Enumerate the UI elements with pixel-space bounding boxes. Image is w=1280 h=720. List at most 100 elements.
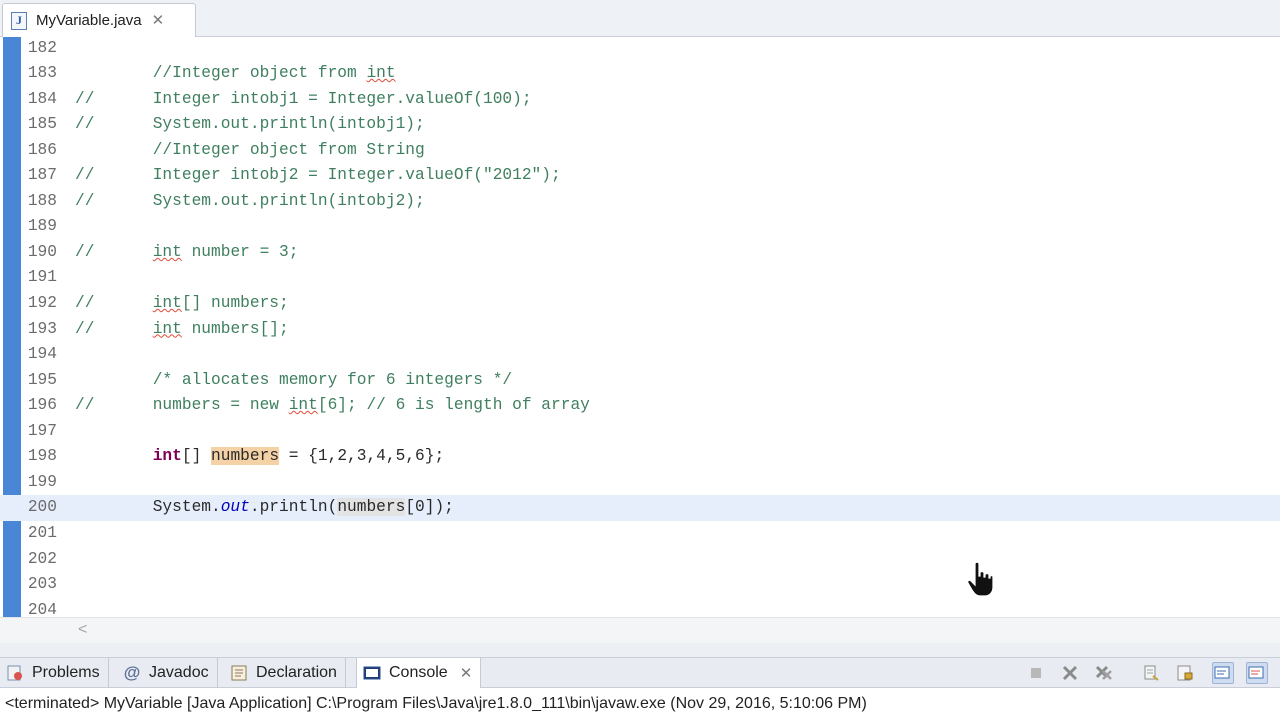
code-editor[interactable]: 182 183 //Integer object from int 184 // In… xyxy=(0,37,1280,617)
show-console-on-output-icon[interactable] xyxy=(1212,662,1234,684)
editor-tab-myvariable[interactable]: J MyVariable.java ✕ xyxy=(2,3,196,37)
close-icon[interactable]: ✕ xyxy=(460,666,473,681)
code-line[interactable]: 188 // System.out.println(intobj2); xyxy=(0,189,1280,215)
line-number: 192 xyxy=(27,294,57,312)
line-code: // int number = 3; xyxy=(75,240,298,266)
line-number: 186 xyxy=(27,140,57,159)
console-icon xyxy=(363,666,381,680)
tab-label: Problems xyxy=(32,664,100,681)
tab-declaration[interactable]: Declaration xyxy=(224,658,346,688)
line-number: 202 xyxy=(27,549,57,568)
code-line[interactable]: 191 xyxy=(0,265,1280,291)
code-line[interactable]: 189 xyxy=(0,214,1280,240)
remove-launch-icon[interactable] xyxy=(1059,662,1081,684)
code-token: int xyxy=(152,447,182,466)
line-number: 191 xyxy=(27,268,57,287)
code-token: //Integer object from String xyxy=(75,140,425,159)
code-line[interactable]: 204 xyxy=(0,598,1280,617)
code-line[interactable]: 203 xyxy=(0,572,1280,598)
line-number: 195 xyxy=(27,370,57,389)
scroll-left-icon[interactable]: < xyxy=(78,621,87,639)
javadoc-icon: @ xyxy=(123,663,141,682)
code-token: // Integer intobj1 = Integer.valueOf(100… xyxy=(75,89,532,108)
code-line[interactable]: 198 int[] numbers = {1,2,3,4,5,6}; xyxy=(0,444,1280,470)
line-number: 189 xyxy=(27,217,57,236)
line-code: int[] numbers = {1,2,3,4,5,6}; xyxy=(75,444,444,470)
horizontal-scrollbar[interactable]: < xyxy=(0,617,1280,643)
code-line[interactable]: 200 System.out.println(numbers[0]); xyxy=(0,495,1280,521)
tab-javadoc[interactable]: @ Javadoc xyxy=(117,658,218,688)
terminate-icon[interactable] xyxy=(1025,662,1047,684)
code-token: int xyxy=(152,294,182,312)
tab-label: Declaration xyxy=(256,664,337,681)
code-line[interactable]: 183 //Integer object from int xyxy=(0,61,1280,87)
close-icon[interactable]: ✕ xyxy=(152,13,165,28)
code-token: // xyxy=(75,294,153,312)
line-number: 198 xyxy=(27,447,57,466)
code-token: number = 3; xyxy=(181,242,299,261)
line-number: 185 xyxy=(27,115,57,134)
line-code: // int[] numbers; xyxy=(75,291,289,317)
code-token: int xyxy=(366,64,396,83)
code-line[interactable]: 201 xyxy=(0,521,1280,547)
problems-icon xyxy=(7,665,22,681)
code-line[interactable]: 199 xyxy=(0,470,1280,496)
remove-all-terminated-icon[interactable] xyxy=(1093,662,1115,684)
code-token: System. xyxy=(75,498,221,517)
hand-cursor-icon xyxy=(967,561,994,597)
code-token: .println( xyxy=(249,498,338,517)
code-line[interactable]: 185 // System.out.println(intobj1); xyxy=(0,112,1280,138)
line-number: 204 xyxy=(27,600,57,617)
show-console-on-error-icon[interactable] xyxy=(1246,662,1268,684)
code-line[interactable]: 190 // int number = 3; xyxy=(0,240,1280,266)
line-code: //Integer object from String xyxy=(75,138,425,164)
code-token: int xyxy=(152,242,182,261)
line-number: 188 xyxy=(27,191,57,210)
code-line[interactable]: 193 // int numbers[]; xyxy=(0,317,1280,343)
tab-problems[interactable]: Problems xyxy=(0,658,109,688)
code-token: numbers xyxy=(337,498,406,517)
code-line[interactable]: 197 xyxy=(0,419,1280,445)
clear-console-icon[interactable] xyxy=(1140,662,1162,684)
tab-console[interactable]: Console ✕ xyxy=(356,658,482,688)
line-number: 203 xyxy=(27,575,57,594)
line-code: // numbers = new int[6]; // 6 is length … xyxy=(75,393,590,419)
line-number: 197 xyxy=(27,421,57,440)
line-code: // Integer intobj2 = Integer.valueOf("20… xyxy=(75,163,561,189)
code-line[interactable]: 202 xyxy=(0,547,1280,573)
line-code: // System.out.println(intobj2); xyxy=(75,189,425,215)
editor-tab-bar: J MyVariable.java ✕ xyxy=(0,0,1280,37)
editor-tab-label: MyVariable.java xyxy=(36,12,142,29)
code-line[interactable]: 184 // Integer intobj1 = Integer.valueOf(… xyxy=(0,87,1280,113)
code-token: //Integer object from xyxy=(75,64,367,83)
code-token: // Integer intobj2 = Integer.valueOf("20… xyxy=(75,166,561,185)
line-number: 183 xyxy=(27,64,57,83)
line-number: 199 xyxy=(27,472,57,491)
line-code: // int numbers[]; xyxy=(75,317,289,343)
tab-label: Javadoc xyxy=(149,664,209,681)
code-token: /* allocates memory for 6 integers */ xyxy=(75,370,513,389)
code-token: // xyxy=(75,242,153,261)
code-line[interactable]: 187 // Integer intobj2 = Integer.valueOf(… xyxy=(0,163,1280,189)
code-token: numbers[]; xyxy=(181,319,289,338)
code-line[interactable]: 194 xyxy=(0,342,1280,368)
code-line[interactable]: 182 xyxy=(0,37,1280,61)
panel-divider[interactable] xyxy=(0,643,1280,657)
code-line[interactable]: 186 //Integer object from String xyxy=(0,138,1280,164)
line-code: /* allocates memory for 6 integers */ xyxy=(75,368,512,394)
line-code: // Integer intobj1 = Integer.valueOf(100… xyxy=(75,87,532,113)
line-number: 196 xyxy=(27,396,57,415)
code-token: = {1,2,3,4,5,6}; xyxy=(279,447,445,466)
java-file-icon: J xyxy=(11,11,27,30)
scroll-lock-icon[interactable] xyxy=(1174,662,1196,684)
code-line[interactable]: 192 // int[] numbers; xyxy=(0,291,1280,317)
code-token: // System.out.println(intobj2); xyxy=(75,191,425,210)
console-status-line: <terminated> MyVariable [Java Applicatio… xyxy=(0,688,1280,720)
line-number: 193 xyxy=(27,319,57,338)
code-token: [] xyxy=(181,447,212,466)
line-code: //Integer object from int xyxy=(75,61,396,87)
views-tab-bar: Problems @ Javadoc Declaration Console ✕ xyxy=(0,657,1280,688)
code-line[interactable]: 195 /* allocates memory for 6 integers *… xyxy=(0,368,1280,394)
code-line[interactable]: 196 // numbers = new int[6]; // 6 is leng… xyxy=(0,393,1280,419)
